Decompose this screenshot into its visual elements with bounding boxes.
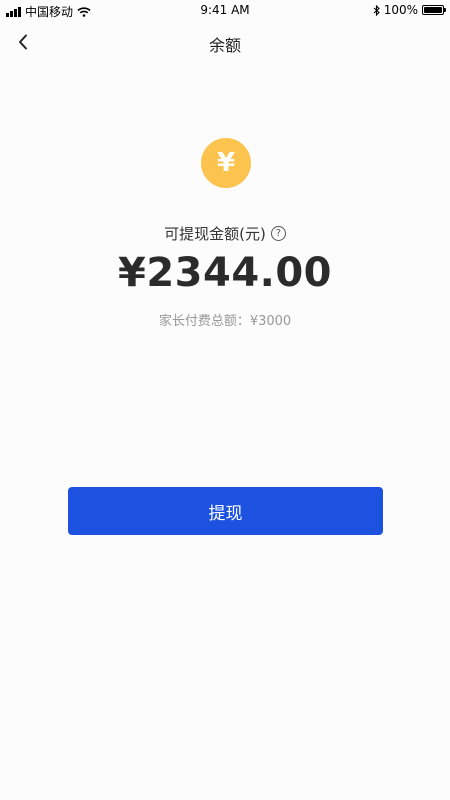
withdrawable-label-row: 可提现金额(元) ? xyxy=(0,223,450,244)
battery-icon xyxy=(422,5,446,15)
parent-payment-total: 家长付费总额：¥3000 xyxy=(158,314,292,329)
withdrawable-label: 可提现金额(元) xyxy=(164,225,266,243)
coin-symbol: ¥ xyxy=(216,148,236,178)
bluetooth-icon xyxy=(373,4,380,16)
status-right: 100% xyxy=(373,3,446,17)
withdrawable-amount: ¥2344.00 xyxy=(117,250,333,296)
nav-bar: 余额 xyxy=(0,20,450,64)
battery-percent: 100% xyxy=(383,3,418,17)
yuan-coin-icon: ¥ xyxy=(201,138,251,188)
status-bar: 中国移动 9:41 AM 100% xyxy=(0,0,450,20)
withdraw-button[interactable]: 提现 xyxy=(68,487,383,535)
page-title: 余额 xyxy=(208,36,241,55)
help-icon[interactable]: ? xyxy=(270,226,286,241)
